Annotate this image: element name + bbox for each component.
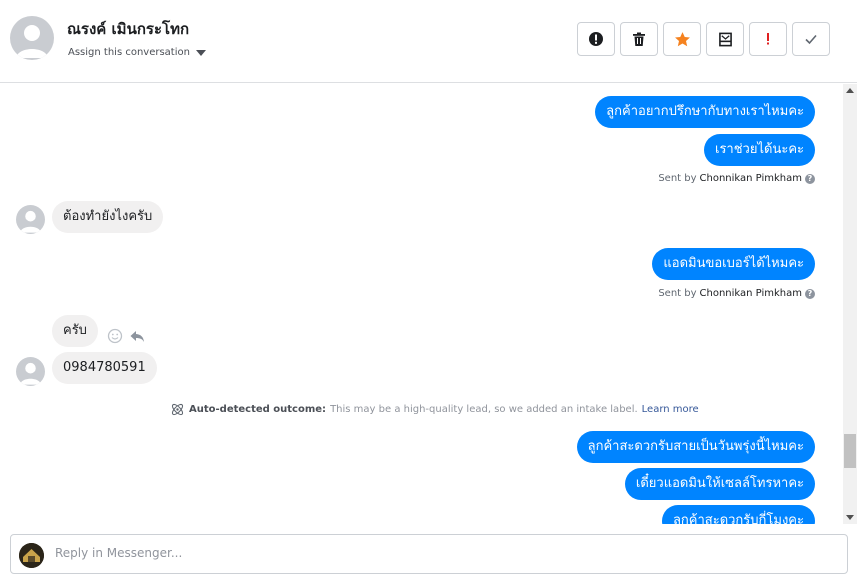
- default-user-icon: [19, 362, 42, 385]
- trash-icon: [633, 32, 645, 46]
- scrollbar-thumb[interactable]: [844, 434, 856, 468]
- incoming-message[interactable]: 0984780591: [52, 352, 157, 384]
- help-icon[interactable]: ?: [805, 288, 815, 299]
- mark-done-button[interactable]: [792, 22, 830, 56]
- learn-more-link[interactable]: Learn more: [642, 404, 699, 415]
- sent-by-label: Sent by Chonnikan Pimkham ?: [658, 288, 815, 299]
- sent-by-prefix: Sent by: [658, 288, 697, 299]
- page-logo-icon: [19, 543, 44, 568]
- conversation-header: ณรงค์ เมินกระโทก Assign this conversatio…: [0, 0, 857, 83]
- alert-circle-icon: [589, 32, 603, 46]
- caret-down-icon: [195, 49, 206, 56]
- sender-name: Chonnikan Pimkham: [699, 288, 802, 299]
- incoming-message[interactable]: ต้องทำยังไงครับ: [52, 201, 164, 233]
- incoming-message[interactable]: ครับ: [52, 315, 98, 347]
- default-user-icon: [16, 25, 48, 58]
- page-avatar: [19, 543, 44, 568]
- contact-avatar-small[interactable]: [16, 357, 45, 386]
- move-to-inbox-button[interactable]: [706, 22, 744, 56]
- auto-detected-outcome: Auto-detected outcome: This may be a hig…: [170, 402, 699, 417]
- sent-by-label: Sent by Chonnikan Pimkham ?: [658, 173, 815, 184]
- scroll-up-arrow-icon[interactable]: [846, 88, 854, 93]
- atom-icon: [171, 403, 184, 416]
- outgoing-message[interactable]: เราช่วยได้นะคะ: [704, 134, 815, 166]
- message-thread[interactable]: ลูกค้าอยากปรึกษากับทางเราไหมคะ เราช่วยได…: [0, 84, 843, 524]
- help-icon[interactable]: ?: [805, 173, 815, 184]
- checkmark-icon: [805, 34, 817, 45]
- star-icon: [674, 31, 690, 46]
- contact-name: ณรงค์ เมินกระโทก: [67, 20, 190, 38]
- assign-conversation-dropdown[interactable]: Assign this conversation: [68, 47, 206, 58]
- outgoing-message[interactable]: เดี๋ยวแอดมินให้เซลล์โทรหาคะ: [624, 468, 815, 500]
- assign-label: Assign this conversation: [68, 47, 190, 58]
- exclamation-icon: [767, 33, 769, 45]
- conversation-actions: [577, 22, 830, 56]
- reply-composer: [10, 534, 848, 574]
- delete-button[interactable]: [620, 22, 658, 56]
- outgoing-message[interactable]: ลูกค้าสะดวกรับสายเป็นวันพรุ่งนี้ไหมคะ: [576, 431, 815, 463]
- scroll-down-arrow-icon[interactable]: [846, 515, 854, 520]
- contact-avatar[interactable]: [10, 16, 54, 60]
- thread-scrollbar[interactable]: [843, 84, 857, 524]
- archive-inbox-icon: [718, 32, 732, 46]
- outgoing-message[interactable]: ลูกค้าสะดวกรับกี่โมงคะ: [661, 505, 815, 524]
- sender-name: Chonnikan Pimkham: [699, 173, 802, 184]
- default-user-icon: [19, 210, 42, 233]
- message-tools: [107, 328, 145, 344]
- follow-up-button[interactable]: [749, 22, 787, 56]
- reply-icon[interactable]: [129, 328, 145, 344]
- emoji-reaction-icon[interactable]: [107, 328, 123, 344]
- reply-input[interactable]: [55, 546, 815, 560]
- mark-spam-button[interactable]: [577, 22, 615, 56]
- outcome-label: Auto-detected outcome:: [189, 404, 327, 415]
- outgoing-message[interactable]: ลูกค้าอยากปรึกษากับทางเราไหมคะ: [595, 96, 815, 128]
- outcome-text: This may be a high-quality lead, so we a…: [330, 404, 638, 415]
- contact-avatar-small[interactable]: [16, 205, 45, 234]
- sent-by-prefix: Sent by: [658, 173, 697, 184]
- star-button[interactable]: [663, 22, 701, 56]
- outgoing-message[interactable]: แอดมินขอเบอร์ได้ไหมคะ: [652, 248, 815, 280]
